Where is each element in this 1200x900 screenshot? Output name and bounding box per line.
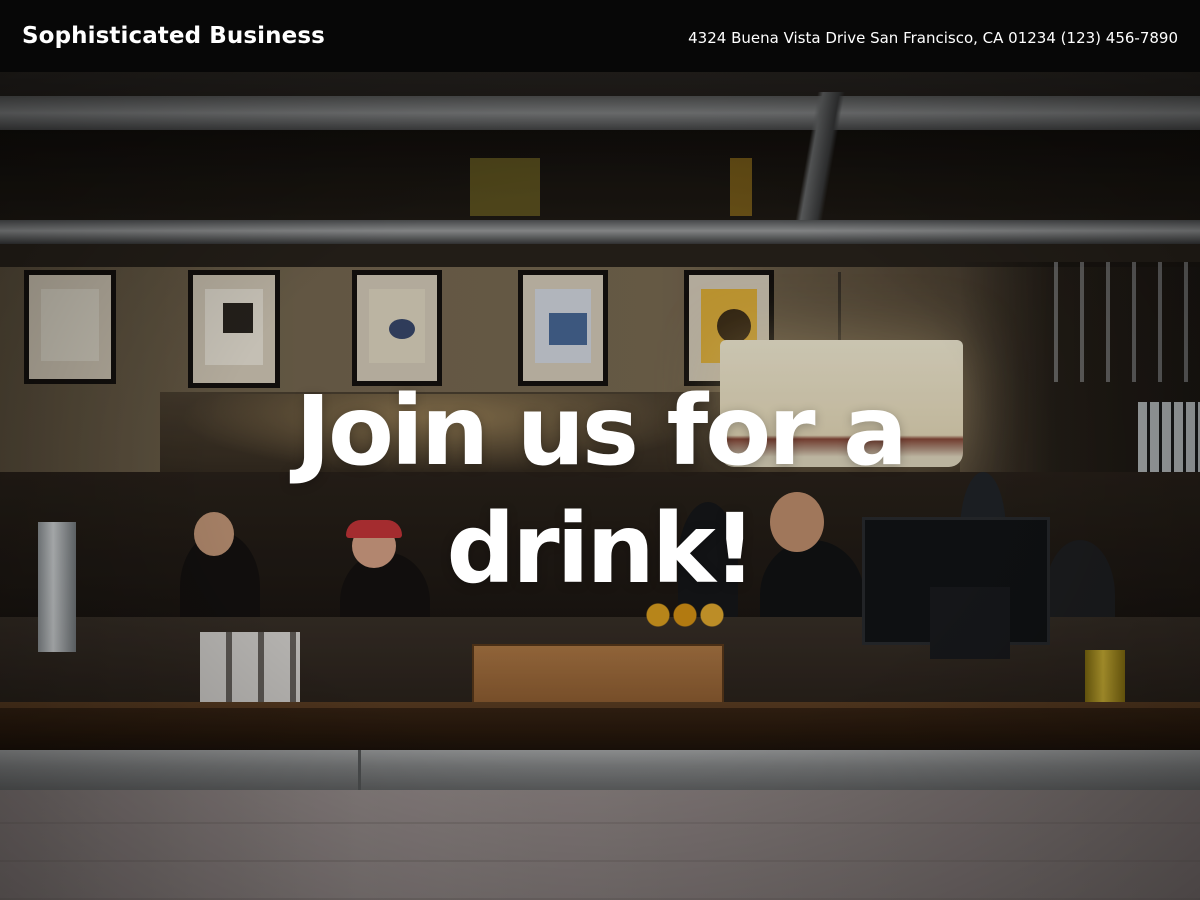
site-header: Sophisticated Business 4324 Buena Vista …	[0, 0, 1200, 72]
contact-info: 4324 Buena Vista Drive San Francisco, CA…	[688, 29, 1178, 47]
site-brand-name[interactable]: Sophisticated Business	[22, 23, 325, 49]
phone-link[interactable]: (123) 456-7890	[1061, 29, 1178, 47]
address-text: 4324 Buena Vista Drive San Francisco, CA…	[688, 29, 1056, 47]
hero-headline: Join us for a drink!	[295, 375, 908, 605]
